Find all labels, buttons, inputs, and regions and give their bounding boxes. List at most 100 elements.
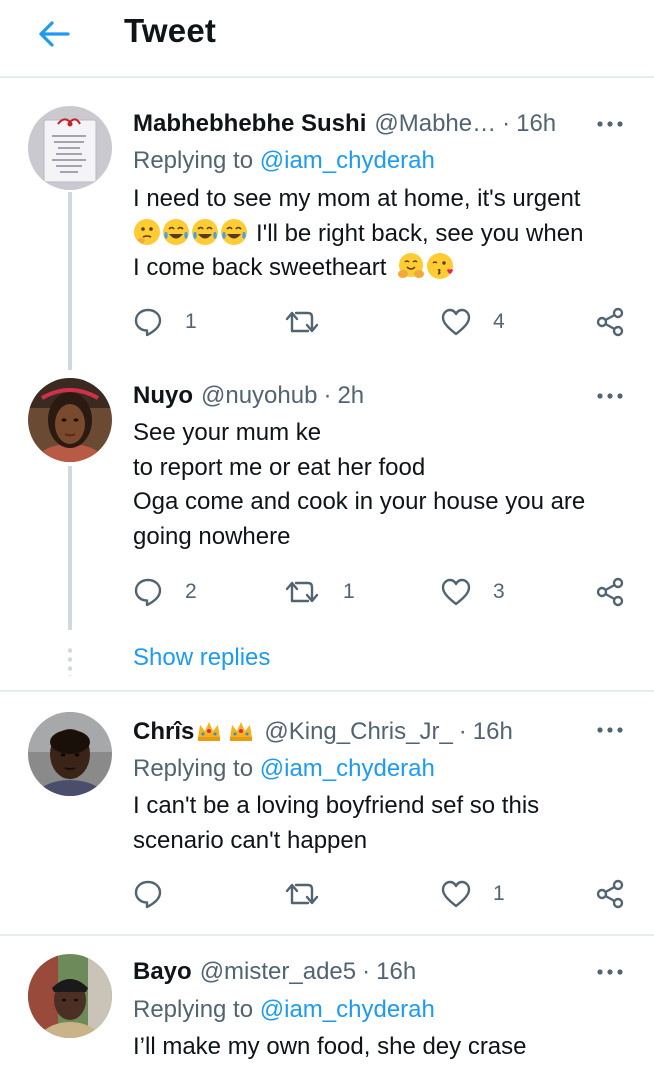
more-horizontal-icon bbox=[597, 727, 623, 733]
more-options-button[interactable] bbox=[592, 960, 628, 984]
show-replies-link[interactable]: Show replies bbox=[133, 644, 270, 672]
divider bbox=[0, 934, 654, 936]
text-segment: I come back sweetheart bbox=[133, 254, 387, 281]
like-count: 4 bbox=[493, 310, 505, 333]
tears-of-joy-emoji bbox=[192, 218, 218, 245]
user-handle[interactable]: @King_Chris_Jr_ bbox=[264, 718, 452, 745]
separator-dot: · bbox=[458, 718, 467, 745]
mention-link[interactable]: @iam_chyderah bbox=[260, 755, 435, 782]
reply-count: 2 bbox=[185, 580, 197, 603]
reply-button[interactable] bbox=[133, 878, 185, 910]
share-button[interactable] bbox=[595, 576, 625, 608]
tweet-header: Bayo @mister_ade5 · 16h bbox=[133, 958, 416, 986]
reply-icon bbox=[134, 880, 162, 909]
display-name[interactable]: Mabhebhebhe Sushi bbox=[133, 110, 366, 137]
reply-button[interactable]: 2 bbox=[133, 576, 197, 608]
heart-icon bbox=[441, 880, 471, 908]
tweet-header: Chrîs @King_Chris_Jr_ · 16h bbox=[133, 716, 513, 746]
like-button[interactable]: 3 bbox=[441, 576, 505, 608]
tweet-text: See your mum ke to report me or eat her … bbox=[133, 416, 628, 554]
mention-link[interactable]: @iam_chyderah bbox=[260, 147, 435, 174]
crown-emoji bbox=[230, 722, 253, 741]
share-icon bbox=[596, 879, 624, 909]
text-line: I’ll make my own food, she dey crase bbox=[133, 1033, 527, 1060]
tears-of-joy-emoji bbox=[163, 218, 189, 245]
timestamp[interactable]: 16h bbox=[516, 110, 556, 137]
heart-icon bbox=[441, 578, 471, 606]
more-horizontal-icon bbox=[597, 969, 623, 975]
text-line: See your mum ke bbox=[133, 419, 322, 446]
retweet-button[interactable] bbox=[285, 878, 343, 910]
reply-count: 1 bbox=[185, 310, 197, 333]
more-options-button[interactable] bbox=[592, 112, 628, 136]
more-options-button[interactable] bbox=[592, 384, 628, 408]
text-line: I need to see my mom at home, it's urgen… bbox=[133, 185, 581, 212]
thread-connector-line bbox=[68, 192, 72, 370]
timestamp[interactable]: 16h bbox=[473, 718, 513, 745]
face-blowing-kiss-emoji bbox=[427, 253, 454, 279]
share-button[interactable] bbox=[595, 306, 625, 338]
text-line: to report me or eat her food bbox=[133, 453, 426, 481]
text-segment: I'll be right back, see you when bbox=[256, 219, 584, 247]
tweet-header: Nuyo @nuyohub · 2h bbox=[133, 382, 364, 410]
avatar[interactable] bbox=[28, 954, 112, 1038]
retweet-icon bbox=[285, 883, 319, 905]
tears-of-joy-emoji bbox=[221, 218, 247, 245]
retweet-icon bbox=[285, 311, 319, 333]
tweet-text: I can't be a loving boyfriend sef so thi… bbox=[133, 789, 628, 858]
page-title: Tweet bbox=[124, 12, 217, 49]
avatar[interactable] bbox=[28, 106, 112, 190]
replying-to-label: Replying to bbox=[133, 755, 260, 782]
retweet-icon bbox=[285, 581, 319, 603]
replying-to-label: Replying to bbox=[133, 996, 260, 1023]
divider bbox=[0, 690, 654, 692]
like-count: 3 bbox=[493, 580, 505, 603]
retweet-button[interactable]: 1 bbox=[285, 576, 355, 608]
text-line: scenario can't happen bbox=[133, 826, 368, 854]
timestamp[interactable]: 2h bbox=[337, 382, 364, 409]
display-name[interactable]: Nuyo bbox=[133, 382, 193, 409]
text-line: I can't be a loving boyfriend sef so thi… bbox=[133, 792, 540, 819]
reply-button[interactable]: 1 bbox=[133, 306, 197, 338]
timestamp[interactable]: 16h bbox=[376, 958, 416, 985]
top-app-bar: Tweet bbox=[0, 0, 654, 78]
display-name[interactable]: Bayo bbox=[133, 958, 192, 985]
text-line: going nowhere bbox=[133, 522, 291, 550]
like-button[interactable]: 1 bbox=[441, 878, 505, 910]
display-name[interactable]: Chrîs bbox=[133, 718, 194, 745]
more-horizontal-icon bbox=[597, 393, 623, 399]
text-line: I come back sweetheart bbox=[133, 251, 628, 286]
thread-connector-line bbox=[68, 466, 72, 630]
user-handle[interactable]: @mister_ade5 bbox=[200, 958, 356, 985]
retweet-button[interactable] bbox=[285, 306, 343, 338]
tweet-actions: 1 bbox=[133, 878, 628, 910]
tweet-actions: 1 4 bbox=[133, 306, 628, 338]
share-button[interactable] bbox=[595, 878, 625, 910]
avatar[interactable] bbox=[28, 712, 112, 796]
crown-emoji bbox=[198, 722, 221, 741]
like-button[interactable]: 4 bbox=[441, 306, 505, 338]
user-handle[interactable]: @nuyohub bbox=[201, 382, 317, 409]
more-options-button[interactable] bbox=[592, 718, 628, 742]
thinking-face-emoji bbox=[134, 218, 160, 245]
share-icon bbox=[596, 577, 624, 607]
text-line: Oga come and cook in your house you are bbox=[133, 488, 586, 515]
mention-link[interactable]: @iam_chyderah bbox=[260, 996, 435, 1023]
separator-dot: · bbox=[362, 958, 371, 985]
back-button[interactable] bbox=[34, 14, 74, 54]
user-handle[interactable]: @Mabhe… bbox=[374, 110, 496, 137]
reply-icon bbox=[134, 578, 162, 607]
more-horizontal-icon bbox=[597, 121, 623, 127]
separator-dot: · bbox=[323, 382, 332, 409]
avatar[interactable] bbox=[28, 378, 112, 462]
replying-to-label: Replying to bbox=[133, 147, 260, 174]
replying-to: Replying to @iam_chyderah bbox=[133, 147, 435, 175]
thread-ellipsis bbox=[68, 646, 72, 676]
replying-to: Replying to @iam_chyderah bbox=[133, 996, 435, 1024]
tweet-header: Mabhebhebhe Sushi @Mabhe… · 16h bbox=[133, 110, 556, 138]
arrow-left-icon bbox=[39, 21, 70, 47]
share-icon bbox=[596, 307, 624, 337]
heart-icon bbox=[441, 308, 471, 336]
tweet-text: I need to see my mom at home, it's urgen… bbox=[133, 182, 628, 286]
tweet-text: I’ll make my own food, she dey crase bbox=[133, 1030, 628, 1065]
